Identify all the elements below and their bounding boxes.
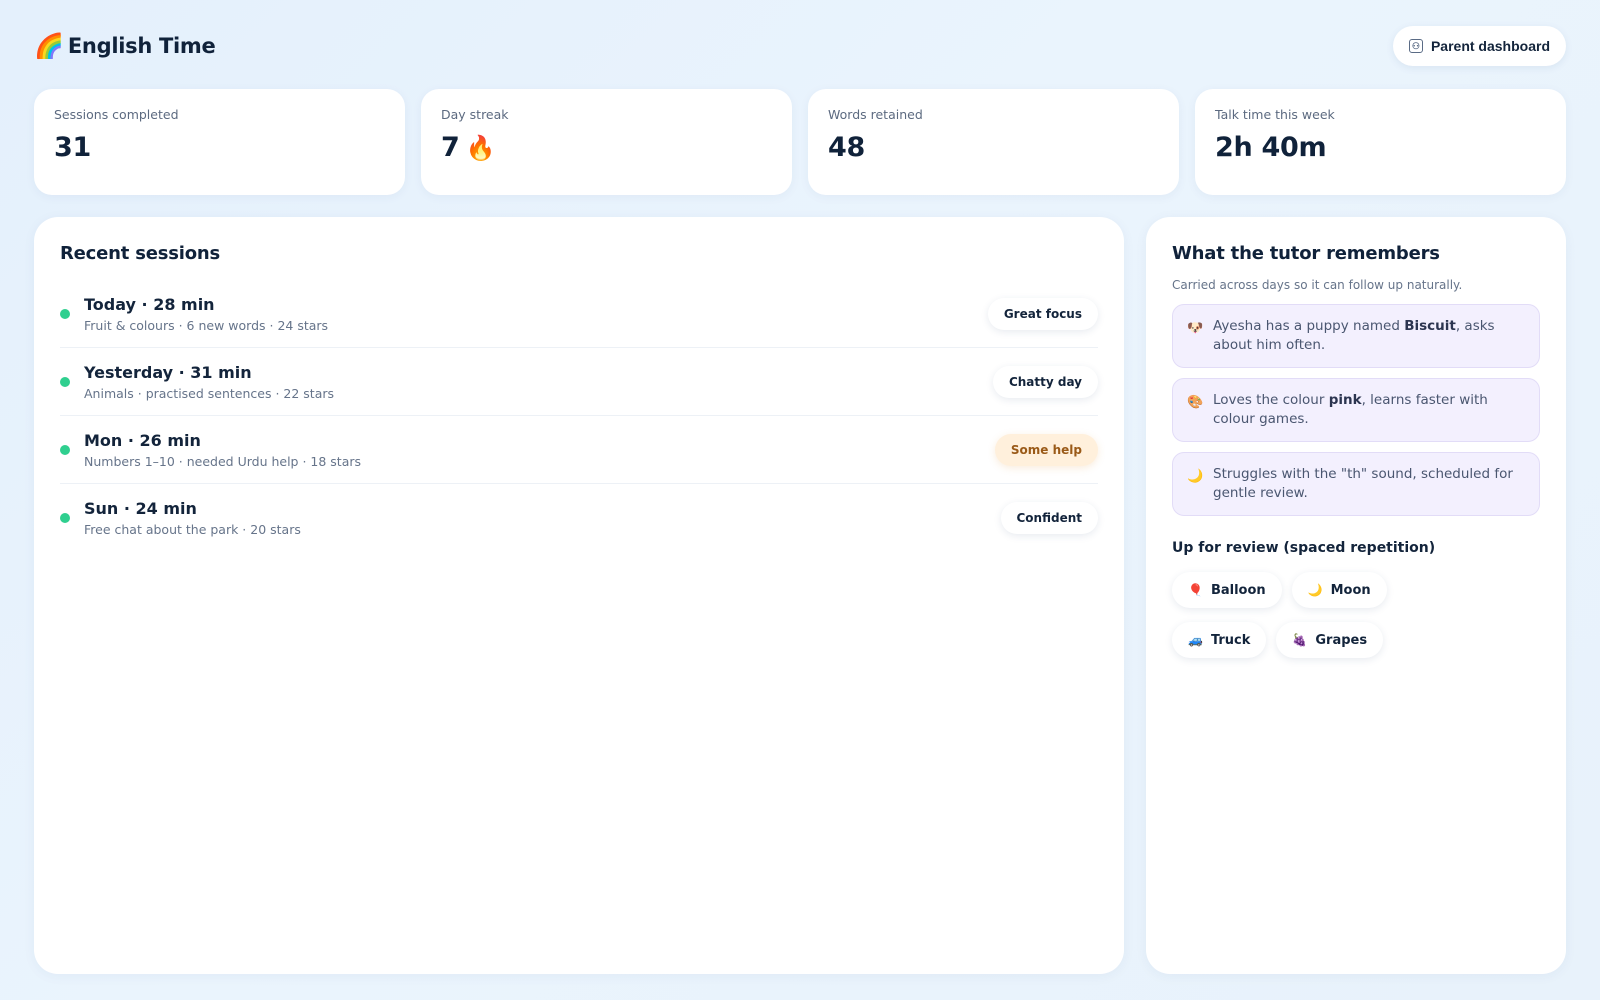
- memory-text: Ayesha has a puppy named Biscuit, asks a…: [1213, 318, 1495, 353]
- memory-text: Loves the colour pink, learns faster wit…: [1213, 392, 1488, 427]
- moon-icon: 🌙: [1307, 583, 1323, 597]
- review-heading: Up for review (spaced repetition): [1172, 540, 1436, 556]
- stat-value: 7 🔥: [441, 132, 496, 163]
- chip-label: Truck: [1210, 632, 1251, 648]
- status-dot: [60, 308, 70, 319]
- session-tag: Some help: [994, 433, 1098, 466]
- review-chip-balloon[interactable]: 🎈 Balloon: [1172, 572, 1282, 608]
- stat-talk-time: Talk time this week 2h 40m: [1195, 89, 1566, 195]
- memory-item: 🎨 Loves the colour pink, learns faster w…: [1172, 378, 1540, 442]
- session-tag: Confident: [1000, 502, 1098, 534]
- palette-icon: 🎨: [1187, 395, 1204, 410]
- status-dot: [60, 444, 70, 455]
- session-title: Sun · 24 min: [84, 499, 197, 518]
- review-chips: 🎈 Balloon 🌙 Moon 🚙 Truck 🍇 Grapes: [1172, 572, 1472, 658]
- chip-label: Grapes: [1315, 632, 1368, 648]
- parent-dashboard-button[interactable]: ⚇ Parent dashboard: [1392, 26, 1566, 66]
- balloon-icon: 🎈: [1188, 583, 1203, 597]
- grapes-icon: 🍇: [1292, 633, 1308, 647]
- session-subtitle: Numbers 1–10 · needed Urdu help · 18 sta…: [84, 453, 362, 469]
- session-subtitle: Fruit & colours · 6 new words · 24 stars: [84, 317, 329, 333]
- tutor-memory-heading: What the tutor remembers: [1172, 243, 1440, 264]
- stats-row: Sessions completed 31 Day streak 7 🔥 Wor…: [34, 89, 1566, 195]
- session-row[interactable]: Yesterday · 31 min Animals · practised s…: [60, 348, 1098, 416]
- session-subtitle: Free chat about the park · 20 stars: [84, 522, 301, 537]
- puppy-icon: 🐶: [1187, 321, 1204, 336]
- chip-label: Moon: [1330, 582, 1371, 598]
- header: 🌈 English Time ⚇ Parent dashboard: [34, 24, 1566, 68]
- review-chip-grapes[interactable]: 🍇 Grapes: [1276, 622, 1384, 658]
- session-title: Yesterday · 31 min: [84, 362, 252, 382]
- status-dot: [60, 513, 70, 523]
- moon-icon: 🌙: [1187, 469, 1204, 484]
- brand: 🌈 English Time: [34, 32, 216, 60]
- stat-sessions-completed: Sessions completed 31: [34, 89, 405, 195]
- memory-list: 🐶 Ayesha has a puppy named Biscuit, asks…: [1172, 304, 1540, 516]
- session-tag: Great focus: [987, 297, 1098, 330]
- session-info: Yesterday · 31 min Animals · practised s…: [84, 363, 993, 401]
- status-dot: [60, 376, 70, 387]
- memory-item: 🌙 Struggles with the "th" sound, schedul…: [1172, 452, 1540, 516]
- session-row[interactable]: Mon · 26 min Numbers 1–10 · needed Urdu …: [60, 416, 1098, 484]
- rainbow-icon: 🌈: [34, 32, 64, 60]
- sessions-list: Today · 28 min Fruit & colours · 6 new w…: [60, 280, 1098, 552]
- tutor-memory-subheading: Carried across days so it can follow up …: [1172, 278, 1463, 292]
- stat-label: Talk time this week: [1215, 107, 1335, 122]
- session-subtitle: Animals · practised sentences · 22 stars: [84, 385, 335, 401]
- chip-label: Balloon: [1210, 582, 1266, 598]
- session-info: Mon · 26 min Numbers 1–10 · needed Urdu …: [84, 431, 995, 469]
- stat-label: Sessions completed: [54, 107, 179, 122]
- recent-sessions-panel: Recent sessions Today · 28 min Fruit & c…: [34, 217, 1124, 974]
- stat-label: Words retained: [828, 107, 923, 122]
- review-chip-moon[interactable]: 🌙 Moon: [1291, 572, 1387, 608]
- session-row[interactable]: Today · 28 min Fruit & colours · 6 new w…: [60, 280, 1098, 348]
- stat-value: 2h 40m: [1215, 132, 1327, 163]
- parent-dashboard-label: Parent dashboard: [1430, 38, 1550, 54]
- session-title: Mon · 26 min: [84, 430, 201, 450]
- stat-day-streak: Day streak 7 🔥: [421, 89, 792, 195]
- session-title: Today · 28 min: [84, 294, 215, 314]
- session-row[interactable]: Sun · 24 min Free chat about the park · …: [60, 484, 1098, 552]
- session-info: Sun · 24 min Free chat about the park · …: [84, 499, 1001, 537]
- stat-value: 48: [828, 132, 865, 163]
- session-tag: Chatty day: [992, 365, 1098, 398]
- app-title: English Time: [67, 34, 216, 58]
- memory-text: Struggles with the "th" sound, scheduled…: [1213, 466, 1513, 501]
- flame-icon: 🔥: [465, 133, 496, 162]
- stat-value: 31: [54, 132, 91, 163]
- memory-item: 🐶 Ayesha has a puppy named Biscuit, asks…: [1172, 304, 1540, 368]
- review-chip-truck[interactable]: 🚙 Truck: [1172, 622, 1267, 658]
- stat-words-retained: Words retained 48: [808, 89, 1179, 195]
- tutor-memory-panel: What the tutor remembers Carried across …: [1146, 217, 1566, 974]
- truck-icon: 🚙: [1188, 633, 1203, 647]
- stat-label: Day streak: [441, 107, 509, 122]
- recent-sessions-heading: Recent sessions: [60, 243, 221, 264]
- session-info: Today · 28 min Fruit & colours · 6 new w…: [84, 295, 988, 333]
- dashboard-icon: ⚇: [1408, 39, 1423, 53]
